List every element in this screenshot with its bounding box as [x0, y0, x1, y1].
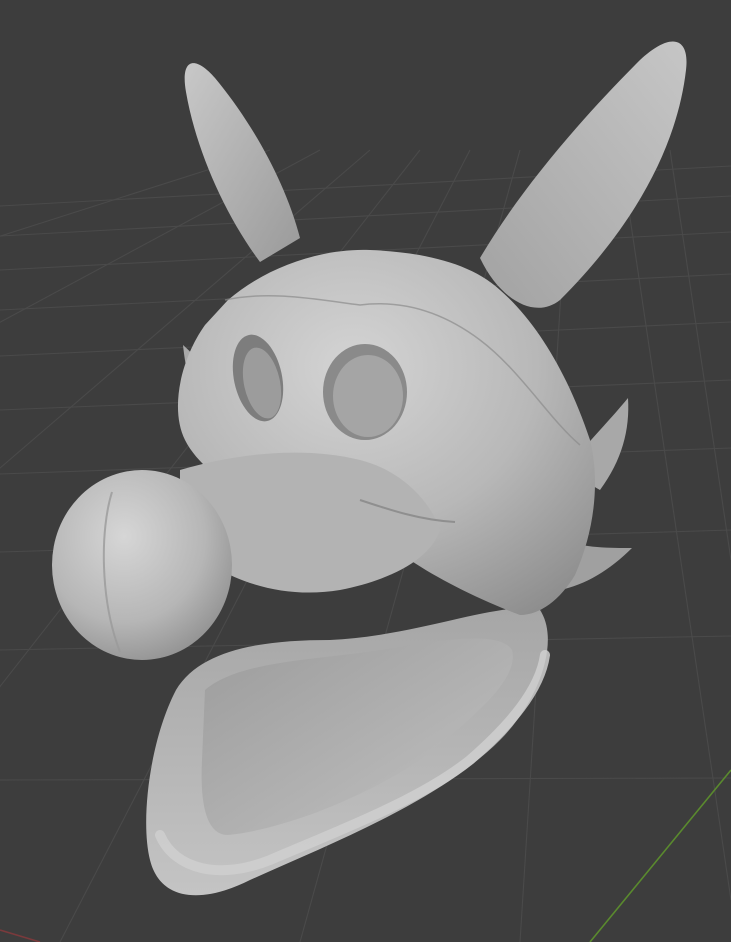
left-ear — [184, 63, 300, 262]
sculpted-head-model[interactable] — [0, 0, 731, 942]
3d-viewport[interactable] — [0, 0, 731, 942]
snout-nose — [52, 470, 232, 660]
right-ear — [480, 41, 687, 308]
right-eye-hole-inner — [333, 355, 403, 437]
